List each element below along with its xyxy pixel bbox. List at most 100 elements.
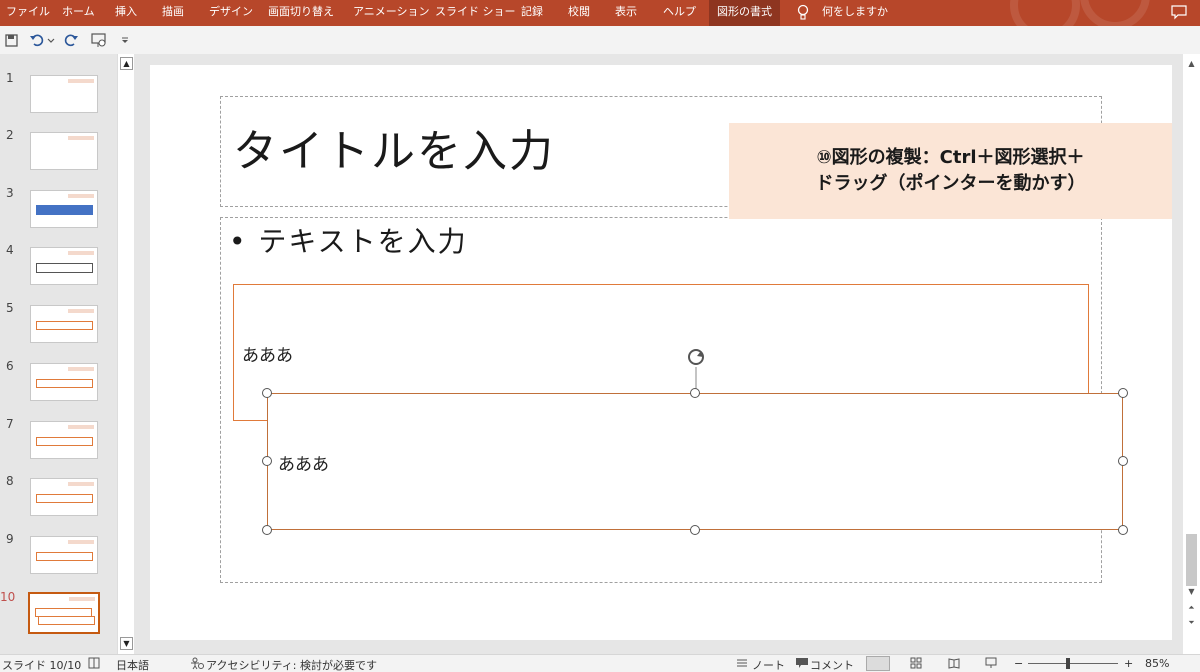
original-shape-text: あああ: [242, 346, 293, 366]
reading-view-icon[interactable]: [948, 657, 960, 672]
editor-scrollbar[interactable]: ▲ ▼ ⏶ ⏷: [1183, 54, 1200, 654]
status-bar: スライド 10/10 日本語 アクセシビリティ: 検討が必要です ノート コメン…: [0, 654, 1200, 672]
ribbon-tab[interactable]: 校閲: [568, 0, 590, 26]
slide-thumbnail[interactable]: [30, 132, 98, 170]
thumbnail-scrollbar[interactable]: ▲ ▼: [117, 54, 134, 654]
undo-icon[interactable]: [28, 31, 46, 49]
thumbnail-shape: [36, 205, 93, 215]
ribbon-tab[interactable]: 表示: [615, 0, 637, 26]
resize-handle-left[interactable]: [262, 456, 272, 466]
thumbnail-shape: [38, 616, 95, 625]
duplicated-shape-box[interactable]: あああ: [267, 393, 1123, 530]
resize-handle-bottom-left[interactable]: [262, 525, 272, 535]
slide-thumbnail[interactable]: [30, 247, 98, 285]
callout-box[interactable]: ⑩図形の複製：Ctrl＋図形選択＋ ドラッグ（ポインターを動かす）: [729, 123, 1172, 219]
resize-handle-top[interactable]: [690, 388, 700, 398]
zoom-slider-thumb[interactable]: [1066, 658, 1070, 669]
thumbnail-number: 9: [6, 532, 14, 546]
zoom-out-button[interactable]: −: [1014, 657, 1023, 670]
thumbnail-title-mark: [68, 540, 94, 544]
resize-handle-bottom[interactable]: [690, 525, 700, 535]
slide-thumbnail[interactable]: [30, 478, 98, 516]
duplicated-shape-text: あああ: [278, 455, 329, 475]
zoom-level[interactable]: 85%: [1145, 657, 1169, 670]
scroll-down-icon[interactable]: ▼: [120, 637, 133, 650]
ribbon-tab[interactable]: 画面切り替え: [268, 0, 334, 26]
customize-icon[interactable]: [120, 31, 130, 49]
ribbon-tab[interactable]: ホーム: [62, 0, 95, 26]
slide-thumbnail[interactable]: [30, 421, 98, 459]
accessibility-icon[interactable]: [190, 657, 204, 672]
ribbon-tab[interactable]: アニメーション: [353, 0, 430, 26]
slide-thumbnail[interactable]: [30, 190, 98, 228]
rotate-handle-icon[interactable]: [683, 347, 709, 393]
notes-pane-icon[interactable]: [88, 657, 100, 672]
thumbnail-title-mark: [68, 194, 94, 198]
thumbnail-shape: [36, 321, 93, 330]
thumbnail-shape: [36, 437, 93, 446]
scroll-thumb[interactable]: [1186, 534, 1197, 586]
thumbnail-number: 10: [0, 590, 16, 604]
comments-icon[interactable]: [795, 657, 809, 672]
normal-view-icon[interactable]: [866, 656, 890, 671]
next-slide-icon[interactable]: ⏷: [1185, 617, 1198, 630]
scroll-up-icon[interactable]: ▲: [1185, 58, 1198, 71]
ribbon-tab[interactable]: ヘルプ: [663, 0, 696, 26]
language-indicator[interactable]: 日本語: [116, 657, 149, 672]
comment-icon[interactable]: [1168, 3, 1190, 21]
resize-handle-top-left[interactable]: [262, 388, 272, 398]
thumbnail-shape: [36, 494, 93, 503]
slideshow-icon[interactable]: [985, 657, 997, 672]
scroll-up-icon[interactable]: ▲: [120, 57, 133, 70]
redo-icon[interactable]: [62, 31, 80, 49]
slide-thumbnail[interactable]: [30, 305, 98, 343]
resize-handle-top-right[interactable]: [1118, 388, 1128, 398]
notes-icon[interactable]: [736, 657, 748, 672]
thumbnail-title-mark: [68, 251, 94, 255]
ribbon-tab[interactable]: 記録: [521, 0, 543, 26]
comments-button[interactable]: コメント: [810, 657, 854, 672]
scroll-down-icon[interactable]: ▼: [1185, 586, 1198, 599]
thumbnail-title-mark: [68, 482, 94, 486]
thumbnail-title-mark: [69, 597, 95, 601]
slide-thumbnail[interactable]: [30, 75, 98, 113]
slide-thumbnail[interactable]: [28, 592, 100, 634]
thumbnail-number: 2: [6, 128, 14, 142]
tell-me-search[interactable]: 何をしますか: [822, 0, 888, 26]
ribbon-tab-bar: ファイル ホーム 挿入 描画 デザイン 画面切り替え アニメーション スライド ショー 記録 校閲…: [0, 0, 1200, 26]
callout-line-1: ⑩図形の複製：Ctrl＋図形選択＋: [816, 147, 1085, 168]
thumbnail-number: 7: [6, 417, 14, 431]
ribbon-decoration: [1080, 0, 1150, 26]
slide-sorter-icon[interactable]: [910, 657, 922, 672]
save-icon[interactable]: [3, 31, 21, 49]
ribbon-tab[interactable]: デザイン: [209, 0, 253, 26]
ribbon-tab[interactable]: 描画: [162, 0, 184, 26]
ribbon-tab[interactable]: 挿入: [115, 0, 137, 26]
thumbnail-number: 3: [6, 186, 14, 200]
thumbnail-title-mark: [68, 79, 94, 83]
slide-thumbnail[interactable]: [30, 536, 98, 574]
present-from-beginning-icon[interactable]: [90, 31, 108, 49]
ribbon-decoration: [1010, 0, 1080, 26]
body-bullet-text: • テキストを入力: [229, 225, 468, 258]
resize-handle-bottom-right[interactable]: [1118, 525, 1128, 535]
accessibility-status[interactable]: アクセシビリティ: 検討が必要です: [206, 657, 377, 672]
notes-button[interactable]: ノート: [752, 657, 785, 672]
zoom-slider[interactable]: [1028, 663, 1118, 664]
thumbnail-number: 6: [6, 359, 14, 373]
lightbulb-icon[interactable]: [796, 0, 810, 26]
thumbnail-number: 4: [6, 243, 14, 257]
thumbnail-title-mark: [68, 309, 94, 313]
slide-thumbnail[interactable]: [30, 363, 98, 401]
previous-slide-icon[interactable]: ⏶: [1185, 602, 1198, 615]
thumbnail-title-mark: [68, 425, 94, 429]
tab-shape-format[interactable]: 図形の書式: [709, 0, 780, 26]
zoom-in-button[interactable]: +: [1124, 657, 1133, 670]
thumbnail-shape: [36, 379, 93, 388]
ribbon-tab[interactable]: ファイル: [6, 0, 50, 26]
slide-canvas: タイトルを入力 • テキストを入力 ⑩図形の複製：Ctrl＋図形選択＋ ドラッグ…: [150, 65, 1172, 640]
resize-handle-right[interactable]: [1118, 456, 1128, 466]
dropdown-arrow-icon[interactable]: [46, 31, 56, 49]
thumbnail-shape: [36, 263, 93, 273]
ribbon-tab[interactable]: スライド ショー: [435, 0, 516, 26]
